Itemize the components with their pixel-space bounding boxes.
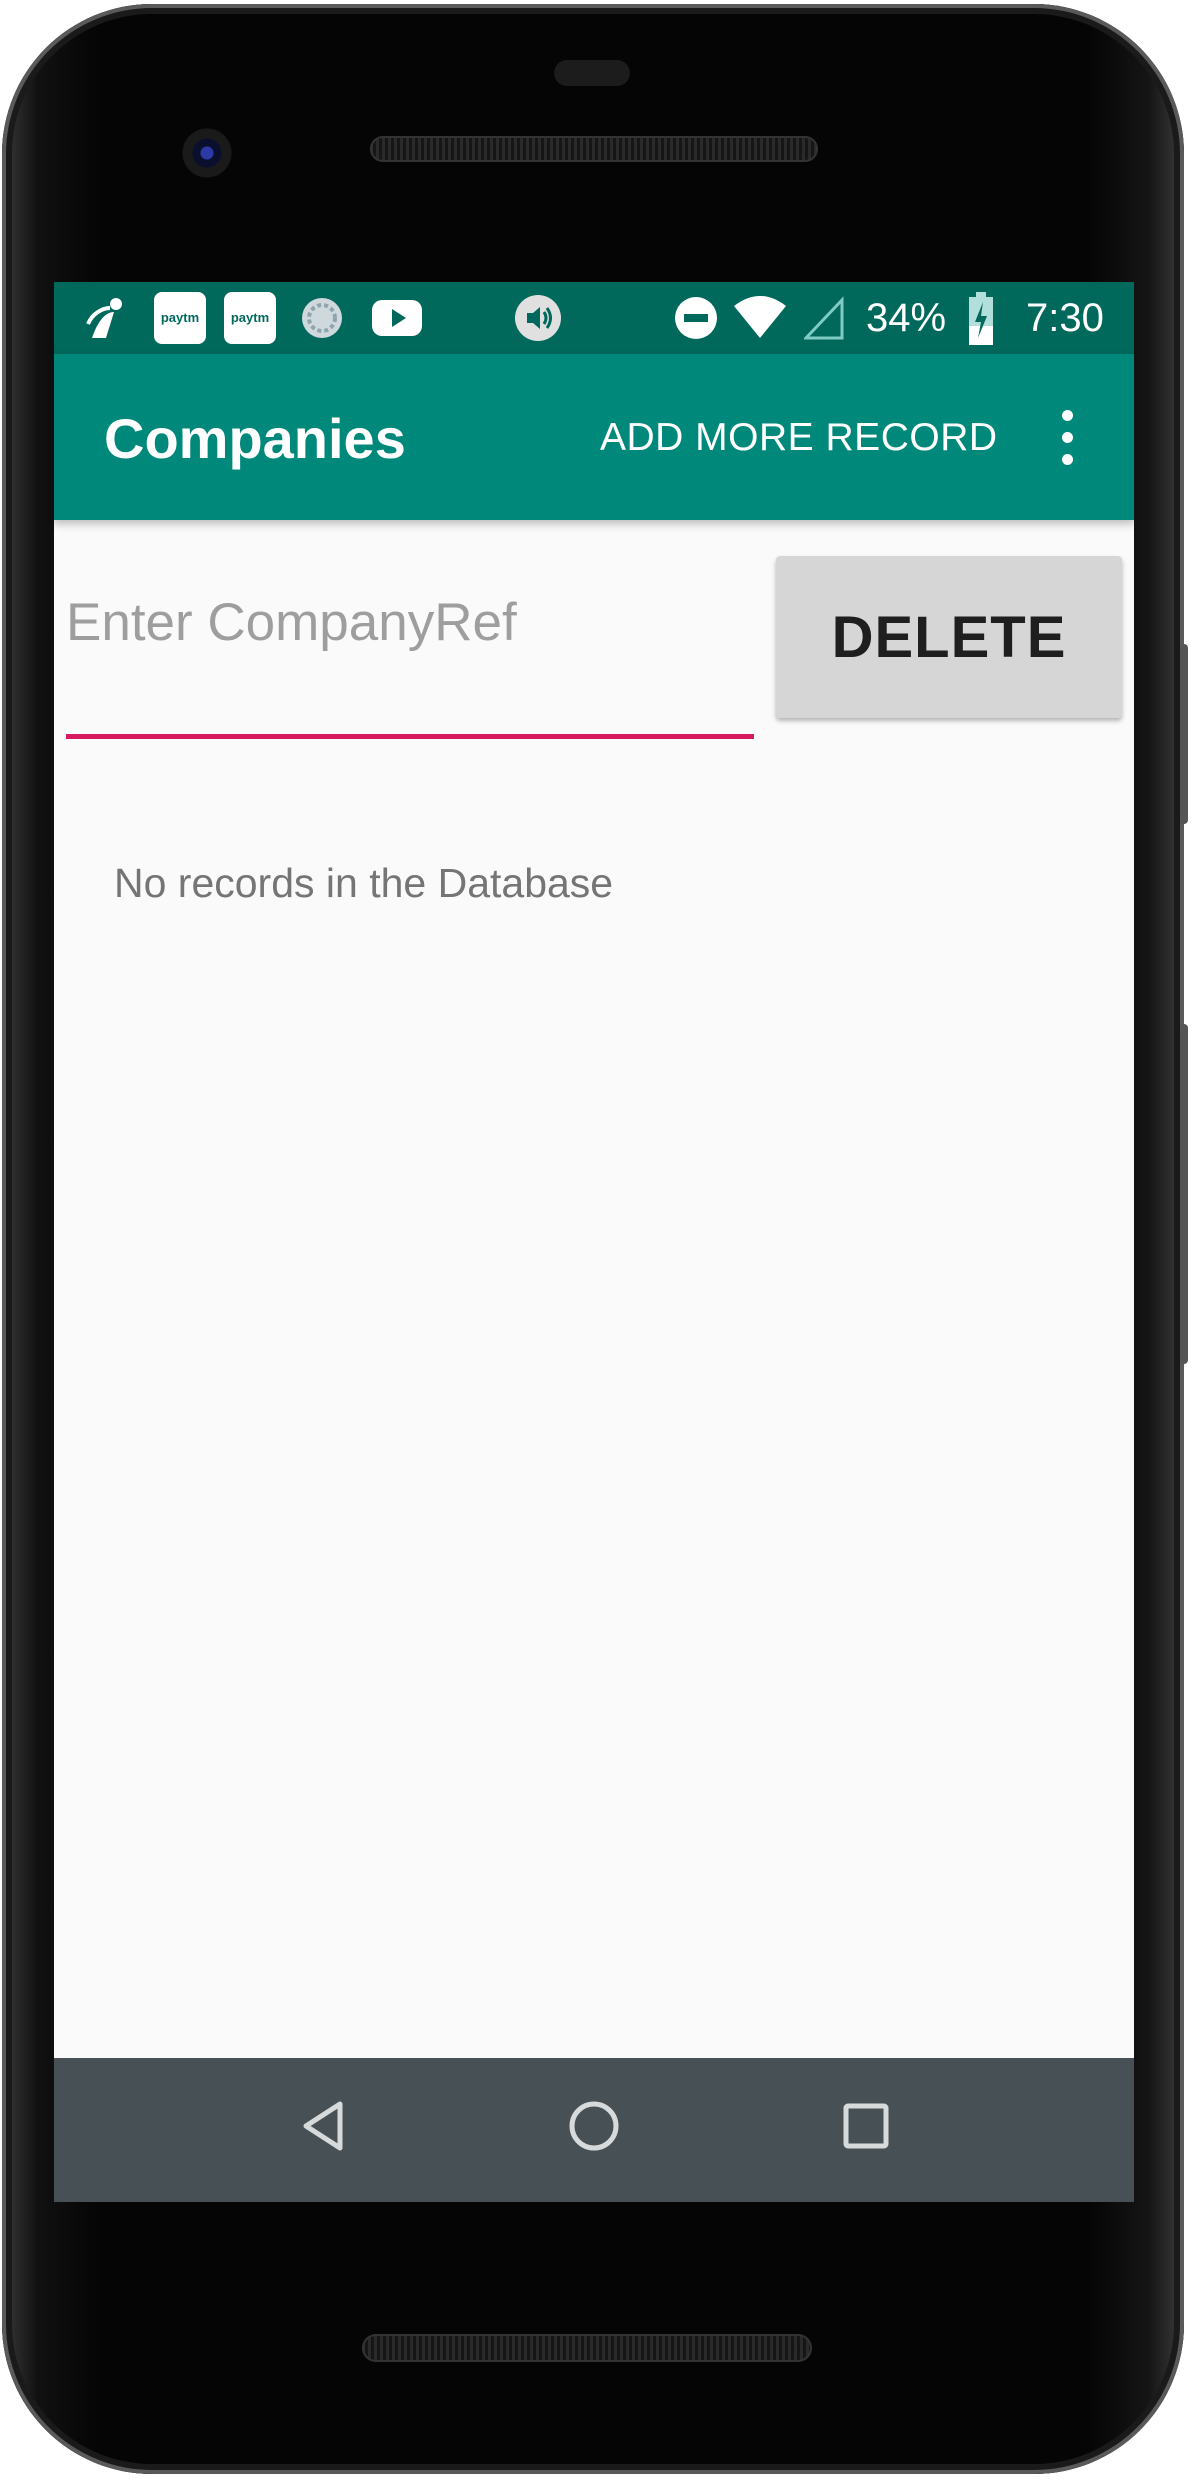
phone-frame: paytm paytm 34% 7:30 Companies ADD MORE … [2, 4, 1188, 2474]
dnd-icon [675, 297, 717, 339]
cell-signal-icon [804, 296, 844, 340]
top-speaker-grille [370, 136, 818, 162]
sync-icon [302, 298, 342, 338]
delete-button[interactable]: DELETE [776, 556, 1122, 718]
volume-button [1180, 1024, 1188, 1364]
paytm-icon: paytm [224, 292, 276, 344]
company-ref-field [66, 582, 754, 672]
navigation-bar [54, 2058, 1134, 2202]
clock: 7:30 [1026, 296, 1104, 340]
recents-icon[interactable] [840, 2098, 892, 2154]
bottom-speaker-grille [362, 2334, 812, 2362]
company-ref-input[interactable] [66, 582, 754, 662]
earpiece [554, 60, 630, 86]
back-icon[interactable] [298, 2098, 348, 2154]
battery-percent: 34% [866, 296, 947, 340]
page-title: Companies [104, 407, 406, 470]
imobile-icon [86, 298, 122, 338]
volume-icon [515, 295, 561, 341]
status-bar: paytm paytm 34% 7:30 [54, 282, 1134, 354]
battery-charging-icon [969, 292, 993, 345]
input-underline [66, 734, 754, 739]
paytm-icon: paytm [154, 292, 206, 344]
power-button [1180, 644, 1188, 824]
front-camera [182, 128, 232, 178]
add-more-record-button[interactable]: ADD MORE RECORD [600, 416, 998, 460]
wifi-icon [734, 296, 786, 338]
youtube-icon [372, 300, 422, 336]
empty-state-message: No records in the Database [114, 860, 614, 906]
more-vert-icon[interactable] [1052, 410, 1082, 470]
home-icon[interactable] [566, 2098, 622, 2154]
screen: paytm paytm 34% 7:30 Companies ADD MORE … [54, 282, 1134, 2202]
app-bar: Companies ADD MORE RECORD [54, 354, 1134, 520]
